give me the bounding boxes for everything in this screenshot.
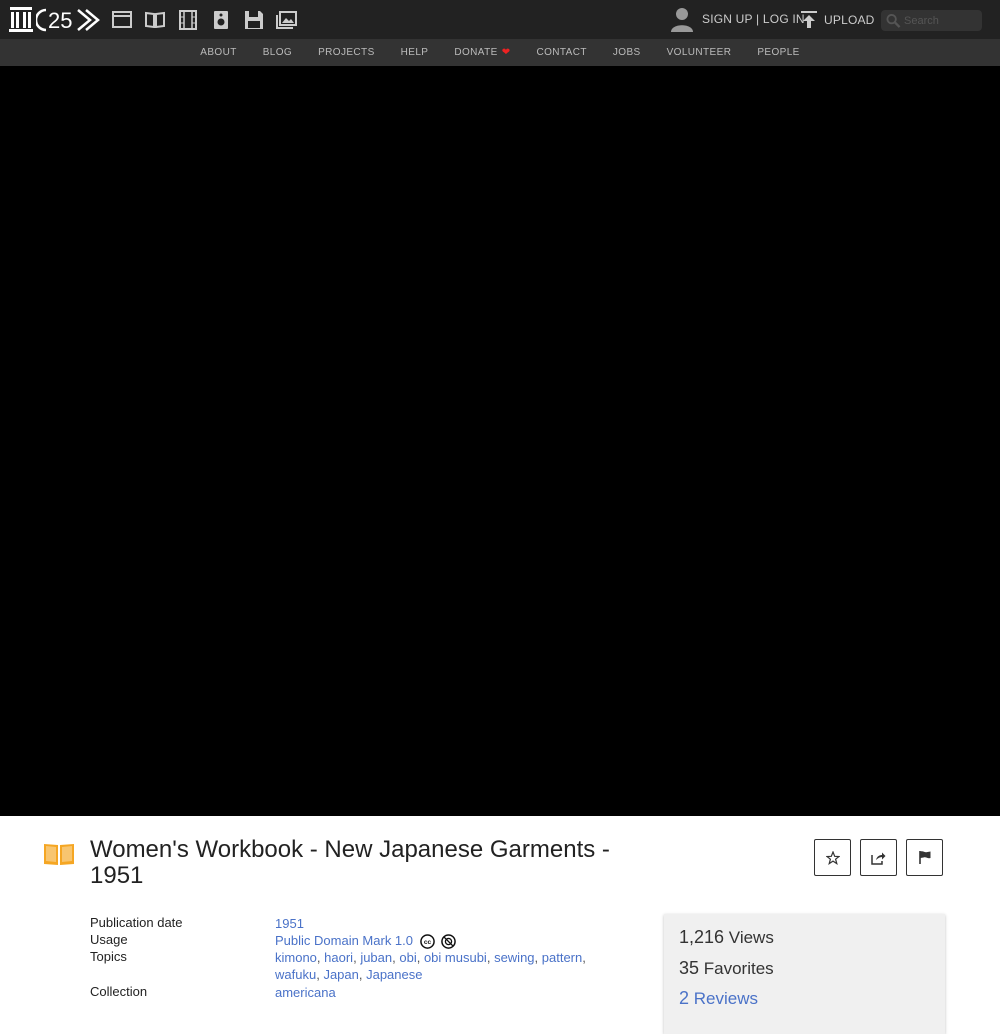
images-icon[interactable] — [276, 9, 297, 30]
favorites-count: 35 — [679, 958, 700, 978]
topic-link[interactable]: Japan — [323, 967, 358, 982]
search-input[interactable] — [904, 14, 982, 27]
upload-label: UPLOAD — [824, 12, 875, 27]
archive-logo[interactable]: 25 — [9, 6, 100, 33]
topics-label: Topics — [90, 949, 127, 964]
book-icon — [43, 842, 75, 871]
software-icon[interactable] — [243, 9, 264, 30]
account-links: SIGN UP | LOG IN — [670, 6, 805, 32]
topic-link[interactable]: haori — [324, 950, 353, 965]
topic-link[interactable]: wafuku — [275, 967, 316, 982]
nav-help[interactable]: HELP — [401, 47, 429, 58]
reviews-count: 2 — [679, 988, 690, 1008]
topic-link[interactable]: obi — [399, 950, 416, 965]
usage-value-group: Public Domain Mark 1.0 cc — [275, 932, 457, 949]
nav-people[interactable]: PEOPLE — [757, 47, 799, 58]
usage-license-link[interactable]: Public Domain Mark 1.0 — [275, 933, 413, 948]
stats-panel: 1,216 Views 35 Favorites 2 Reviews — [664, 914, 945, 1034]
views-stat: 1,216 Views — [679, 927, 774, 948]
user-icon[interactable] — [670, 6, 694, 32]
publication-value[interactable]: 1951 — [275, 915, 304, 932]
signin-link[interactable]: SIGN UP | LOG IN — [702, 12, 805, 26]
cc-icon[interactable]: cc — [419, 934, 435, 949]
topic-link[interactable]: Japanese — [366, 967, 422, 982]
views-label: Views — [728, 928, 774, 947]
heart-icon: ❤ — [501, 47, 511, 58]
search-box — [881, 10, 982, 31]
nav-bar: ABOUT BLOG PROJECTS HELP DONATE ❤ CONTACT… — [0, 39, 1000, 66]
upload-icon — [801, 11, 817, 28]
favorite-button[interactable] — [814, 839, 851, 876]
topic-link[interactable]: kimono — [275, 950, 317, 965]
archive-temple-icon — [9, 6, 33, 32]
web-icon[interactable] — [111, 9, 132, 30]
nav-donate[interactable]: DONATE ❤ — [454, 47, 510, 58]
topic-link[interactable]: obi musubi — [424, 950, 487, 965]
nav-about[interactable]: ABOUT — [200, 47, 236, 58]
video-icon[interactable] — [177, 9, 198, 30]
nav-contact[interactable]: CONTACT — [536, 47, 586, 58]
collection-label: Collection — [90, 984, 148, 999]
top-bar: 25 SIGN UP | LOG IN UPLOAD — [0, 0, 1000, 39]
reviews-label: Reviews — [693, 989, 758, 1008]
topic-link[interactable]: sewing — [494, 950, 534, 965]
nav-volunteer[interactable]: VOLUNTEER — [667, 47, 732, 58]
item-title: Women's Workbook - New Japanese Garments… — [90, 836, 610, 889]
texts-icon[interactable] — [144, 9, 165, 30]
reviews-link[interactable]: 2 Reviews — [679, 988, 758, 1009]
svg-text:cc: cc — [423, 939, 431, 946]
public-domain-icon[interactable] — [441, 934, 457, 949]
anniversary-mark: 25 — [36, 8, 100, 32]
topics-list: kimono, haori, juban, obi, obi musubi, s… — [275, 950, 586, 982]
usage-label: Usage — [90, 932, 128, 947]
nav-jobs[interactable]: JOBS — [613, 47, 641, 58]
upload-link[interactable]: UPLOAD — [800, 10, 875, 29]
collection-value[interactable]: americana — [275, 984, 336, 1001]
share-icon — [871, 852, 886, 865]
topic-link[interactable]: pattern — [542, 950, 582, 965]
favorites-label: Favorites — [703, 959, 774, 978]
flag-icon — [918, 851, 930, 864]
favorite-icon — [825, 850, 840, 865]
audio-icon[interactable] — [210, 9, 231, 30]
book-viewer[interactable] — [0, 66, 1000, 816]
flag-button[interactable] — [906, 839, 943, 876]
topic-link[interactable]: juban — [360, 950, 392, 965]
logo-text: 25 — [48, 8, 72, 32]
share-button[interactable] — [860, 839, 897, 876]
favorites-stat: 35 Favorites — [679, 958, 774, 979]
media-type-icons — [111, 9, 297, 30]
nav-projects[interactable]: PROJECTS — [318, 47, 375, 58]
views-count: 1,216 — [679, 927, 725, 947]
publication-label: Publication date — [90, 915, 183, 930]
nav-donate-label: DONATE — [454, 47, 498, 58]
nav-blog[interactable]: BLOG — [263, 47, 292, 58]
search-icon[interactable] — [886, 13, 901, 29]
